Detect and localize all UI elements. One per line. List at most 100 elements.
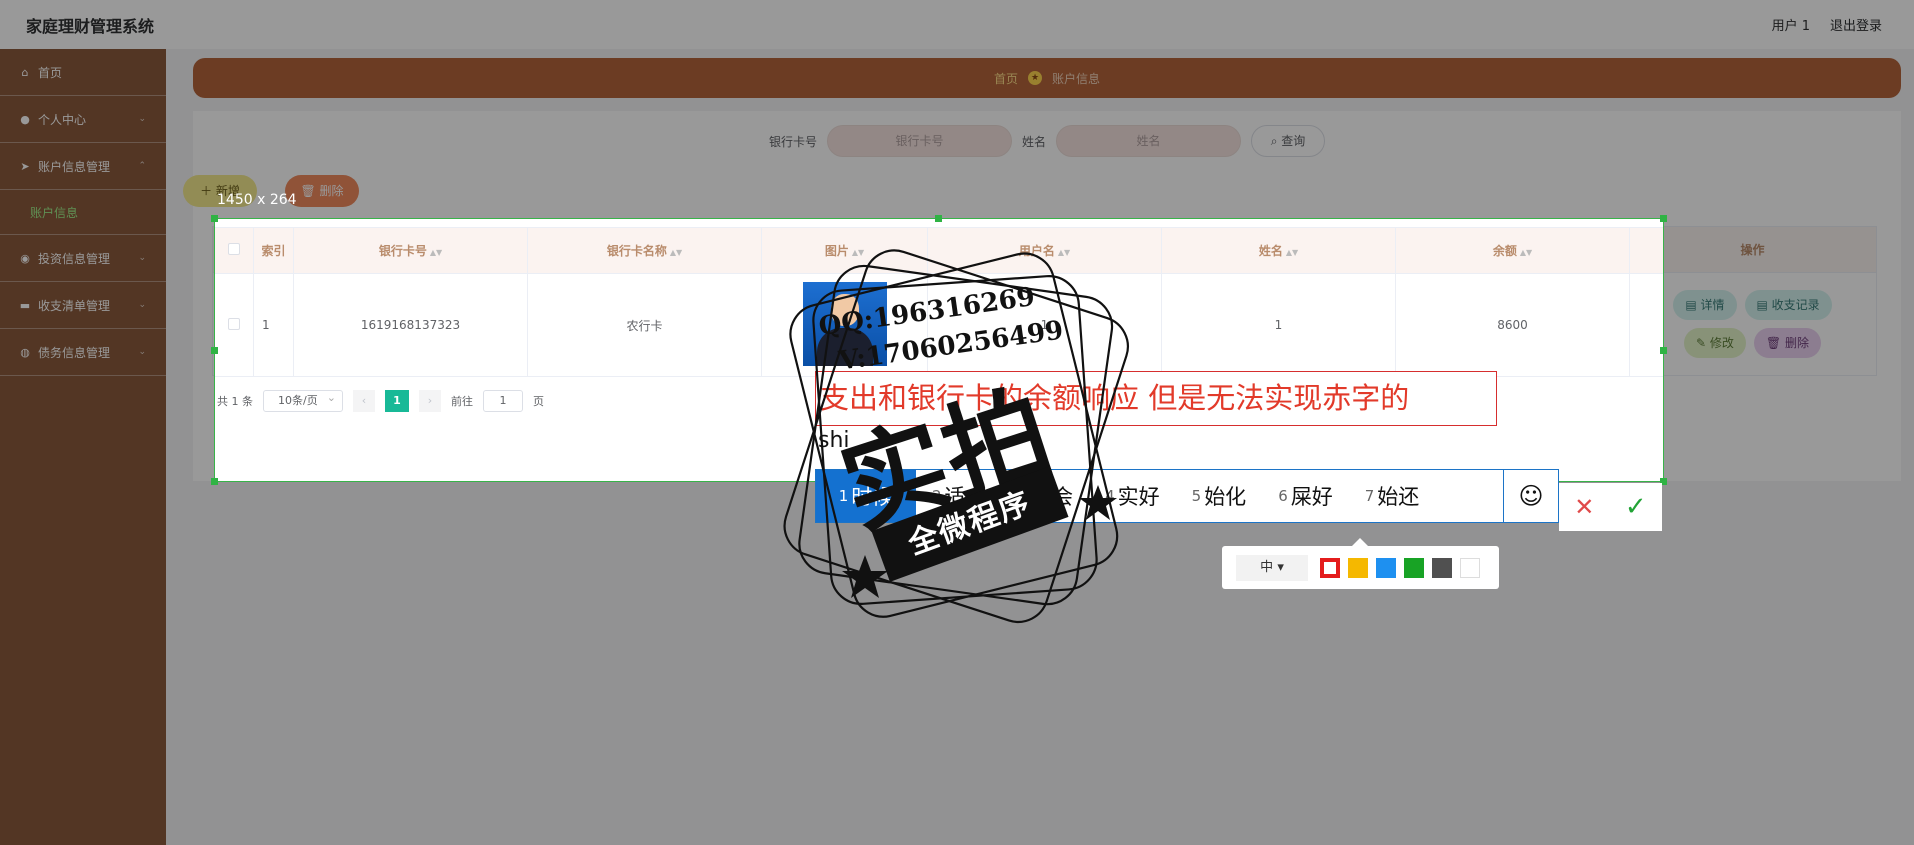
cell-card-number: 1619168137323: [293, 273, 528, 377]
column-header-index: 索引: [253, 227, 294, 274]
sort-icon: ▲▼: [1519, 248, 1533, 257]
sort-icon: ▲▼: [669, 248, 683, 257]
current-user[interactable]: 用户 1: [1772, 15, 1810, 34]
send-icon: ➤: [20, 159, 30, 173]
sidebar-subitem-account-info[interactable]: 账户信息: [0, 190, 166, 235]
cell-name: 1: [1161, 273, 1396, 377]
resize-handle-left[interactable]: [211, 347, 218, 354]
top-bar: 家庭理财管理系统 用户 1 退出登录: [0, 0, 1914, 49]
candidate-number: 1: [838, 487, 849, 505]
candidate-number: 3: [1018, 487, 1029, 505]
color-swatch-gray[interactable]: [1432, 557, 1452, 578]
sidebar-item-profile[interactable]: ● 个人中心 ⌄: [0, 96, 166, 143]
goto-page-input: 1: [483, 390, 523, 412]
records-button[interactable]: ▤ 收支记录: [1744, 290, 1832, 320]
sort-icon: ▲▼: [1285, 248, 1299, 257]
cancel-capture-button[interactable]: ✕: [1574, 493, 1594, 521]
chevron-down-icon: ⌄: [138, 300, 146, 310]
row-delete-button[interactable]: 🗑 删除: [1753, 328, 1821, 358]
color-swatch-green[interactable]: [1404, 557, 1424, 578]
candidate-text: 屎好: [1290, 485, 1333, 509]
candidate-number: 7: [1364, 487, 1375, 505]
document-icon: ▤: [1756, 298, 1772, 312]
sidebar-item-home[interactable]: ⌂ 首页: [0, 49, 166, 96]
query-button[interactable]: ⌕ 查询: [1251, 125, 1326, 157]
ime-candidate-6[interactable]: 6 屎好: [1262, 470, 1349, 522]
checkbox-icon: [227, 243, 240, 255]
chevron-up-icon: ⌃: [138, 161, 146, 171]
color-swatch-white[interactable]: [1460, 557, 1480, 578]
color-swatch-blue[interactable]: [1376, 557, 1396, 578]
cell-actions: [1629, 273, 1663, 377]
logout-link[interactable]: 退出登录: [1830, 15, 1882, 34]
name-label: 姓名: [1022, 134, 1047, 149]
chevron-down-icon: ⌄: [138, 253, 146, 263]
sidebar-item-debts[interactable]: ◍ 债务信息管理 ⌄: [0, 329, 166, 376]
emoji-icon[interactable]: ☺: [1503, 470, 1558, 522]
sort-icon: ▲▼: [1057, 248, 1071, 257]
detail-button[interactable]: ▤ 详情: [1673, 290, 1737, 320]
star-icon: ★: [1028, 71, 1042, 85]
cell-actions: ▤ 详情 ▤ 收支记录 ✎ 修改 🗑 删除: [1628, 272, 1877, 376]
sidebar-item-transactions[interactable]: ▬ 收支清单管理 ⌄: [0, 282, 166, 329]
capture-region[interactable]: ＋ 新增 🗑 删除 索引 银行卡号▲▼ 银行卡名称▲▼ 图片▲▼ 用户名▲▼ 姓…: [214, 218, 1664, 482]
column-header-label: 索引: [261, 244, 286, 258]
app-title: 家庭理财管理系统: [26, 16, 155, 36]
candidate-number: 2: [932, 487, 942, 505]
total-count: 共 1 条: [217, 395, 253, 408]
color-swatch-red[interactable]: [1320, 557, 1340, 578]
ime-candidate-7[interactable]: 7 始还: [1349, 470, 1436, 522]
candidate-number: 4: [1105, 487, 1115, 505]
candidate-text: 时候: [851, 485, 894, 509]
candidate-text: 适合: [944, 485, 987, 509]
goto-suffix: 页: [533, 395, 544, 408]
resize-handle-right[interactable]: [1660, 347, 1667, 354]
candidate-number: 5: [1191, 487, 1202, 505]
sidebar-item-accounts[interactable]: ➤ 账户信息管理 ⌃: [0, 143, 166, 190]
chevron-down-icon: ⌄: [138, 114, 146, 124]
card-number-input[interactable]: 银行卡号: [827, 125, 1012, 157]
edit-button[interactable]: ✎ 修改: [1684, 328, 1746, 358]
cell-card-name: 农行卡: [527, 273, 762, 377]
ime-candidate-1[interactable]: 1 时候: [816, 470, 916, 522]
font-size-select[interactable]: 中 ▾: [1236, 554, 1308, 581]
breadcrumb-current: 账户信息: [1052, 71, 1101, 86]
sort-icon: ▲▼: [851, 248, 865, 257]
confirm-capture-button[interactable]: ✓: [1625, 492, 1647, 522]
annotation-text-box[interactable]: 支出和银行卡的余额响应 但是无法实现赤字的: [815, 371, 1497, 426]
candidate-text: 试会: [1031, 485, 1074, 509]
search-icon: ⌕: [1270, 134, 1282, 148]
pagination-preview: 共 1 条 10条/页 ‹ 1 › 前往 1 页: [217, 388, 544, 412]
name-input[interactable]: 姓名: [1056, 125, 1242, 157]
column-header-card-name: 银行卡名称 ▲▼: [527, 227, 762, 274]
ime-candidate-5[interactable]: 5 始化: [1176, 470, 1263, 522]
column-header-label: 用户名: [1018, 244, 1055, 258]
color-swatch-yellow[interactable]: [1348, 557, 1368, 578]
trash-icon: 🗑: [300, 184, 320, 198]
sidebar: ⌂ 首页 ● 个人中心 ⌄ ➤ 账户信息管理 ⌃ 账户信息 ◉ 投资信息管理 ⌄ ▬ 收支清单管…: [0, 49, 166, 845]
font-size-value: 中: [1260, 559, 1274, 575]
sort-icon: ▲▼: [429, 248, 443, 257]
chevron-down-icon: ⌄: [138, 347, 146, 357]
column-header-actions: 操作: [1629, 227, 1663, 274]
profile-photo: [802, 281, 887, 366]
document-icon: ▤: [1685, 298, 1701, 312]
search-bar: 银行卡号 银行卡号 姓名 姓名 ⌕ 查询: [193, 125, 1901, 157]
resize-handle-top-right[interactable]: [1660, 215, 1667, 222]
table-header-row: 索引 银行卡号▲▼ 银行卡名称▲▼ 图片▲▼ 用户名▲▼ 姓名▲▼ 余额▲▼ 操…: [215, 227, 1663, 274]
column-header-name: 姓名 ▲▼: [1161, 227, 1396, 274]
page-number-current: 1: [385, 390, 409, 412]
ime-candidate-3[interactable]: 3 试会: [1003, 470, 1090, 522]
breadcrumb-home[interactable]: 首页: [994, 70, 1018, 87]
sidebar-item-label: 收支清单管理: [38, 298, 111, 313]
ime-composition-text: shi: [818, 428, 854, 464]
ime-candidate-4[interactable]: 4 实好: [1089, 470, 1176, 522]
resize-handle-bottom-left[interactable]: [211, 478, 218, 485]
candidate-text: 始化: [1204, 485, 1247, 509]
sidebar-item-label: 投资信息管理: [38, 251, 111, 266]
sidebar-item-investments[interactable]: ◉ 投资信息管理 ⌄: [0, 235, 166, 282]
resize-handle-top[interactable]: [935, 215, 942, 222]
breadcrumb: 首页 ★ 账户信息: [193, 58, 1901, 98]
resize-handle-top-left[interactable]: [211, 215, 218, 222]
ime-candidate-2[interactable]: 2 适合: [916, 470, 1003, 522]
